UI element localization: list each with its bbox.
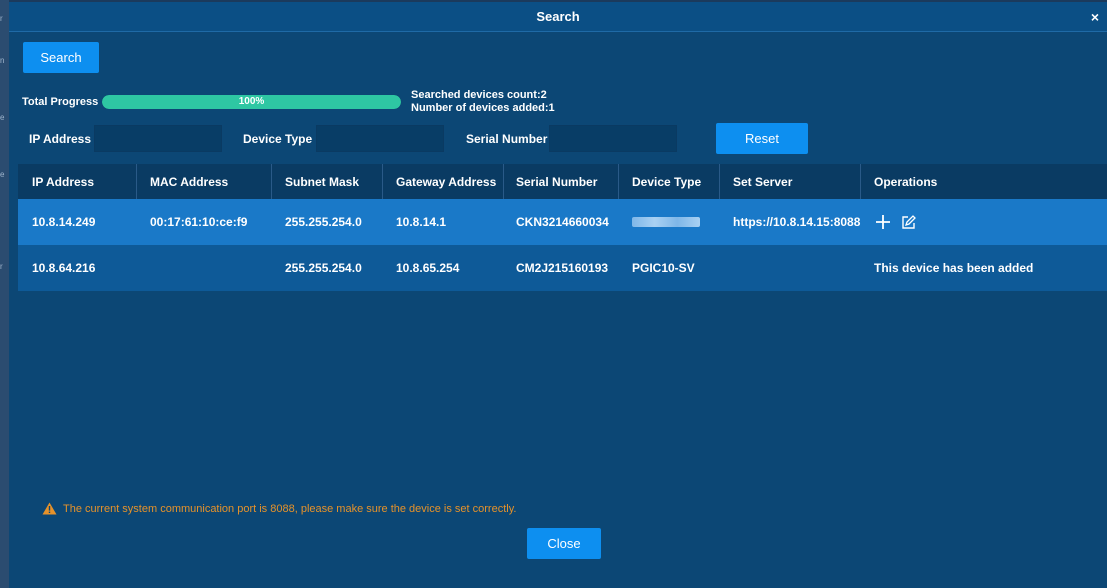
searched-devices-count: Searched devices count:2 — [411, 89, 547, 101]
devices-added-count: Number of devices added:1 — [411, 102, 555, 114]
column-header-set-server: Set Server — [733, 174, 793, 189]
cell-gateway: 10.8.14.1 — [396, 215, 447, 229]
close-icon[interactable]: × — [1091, 9, 1099, 25]
column-header-gateway: Gateway Address — [396, 174, 497, 189]
add-device-icon[interactable] — [875, 214, 891, 230]
progress-label: Total Progress — [22, 96, 99, 108]
cell-serial: CM2J215160193 — [516, 261, 609, 275]
cell-serial: CKN3214660034 — [516, 215, 609, 229]
cell-mac: 00:17:61:10:ce:f9 — [150, 215, 248, 229]
dialog-title: Search — [536, 9, 580, 24]
cell-server: https://10.8.14.15:8088 — [733, 215, 861, 229]
ip-filter-label: IP Address — [29, 132, 92, 146]
cell-subnet: 255.255.254.0 — [285, 215, 362, 229]
device-table: IP Address MAC Address Subnet Mask Gatew… — [18, 164, 1107, 294]
column-header-mac: MAC Address — [150, 174, 229, 189]
progress-percent: 100% — [238, 96, 265, 107]
close-button[interactable]: Close — [527, 528, 601, 559]
obscured-device-type — [632, 217, 700, 227]
background-fragment: e — [0, 170, 5, 179]
cell-device-type-obscured — [618, 199, 700, 245]
reset-button[interactable]: Reset — [716, 123, 808, 154]
cell-server — [719, 245, 733, 291]
cell-gateway: 10.8.65.254 — [396, 261, 460, 275]
background-fragment: r — [0, 262, 3, 271]
dialog-title-bar: Search × — [9, 2, 1107, 32]
cell-ip: 10.8.64.216 — [32, 261, 96, 275]
search-dialog: Search × Search Total Progress 100% Sear… — [9, 2, 1107, 588]
serial-filter-input[interactable] — [549, 125, 677, 152]
background-fragment: r — [0, 14, 3, 23]
background-fragment: e — [0, 113, 5, 122]
column-header-device-type: Device Type — [632, 174, 702, 189]
warning-text: The current system communication port is… — [63, 502, 517, 515]
port-warning: The current system communication port is… — [42, 502, 516, 515]
cell-device-type: PGIC10-SV — [632, 261, 695, 275]
table-row[interactable]: 10.8.64.216 255.255.254.0 10.8.65.254 CM… — [18, 245, 1107, 291]
serial-filter-label: Serial Number — [466, 132, 548, 146]
edit-icon[interactable] — [901, 214, 916, 230]
device-type-filter-label: Device Type — [243, 132, 313, 146]
total-progress-bar: 100% — [102, 95, 401, 109]
table-header: IP Address MAC Address Subnet Mask Gatew… — [18, 164, 1107, 199]
warning-triangle-icon — [42, 502, 57, 515]
search-stats: Searched devices count:2 Number of devic… — [411, 89, 555, 115]
background-fragment: n — [0, 56, 5, 65]
device-type-filter-input[interactable] — [316, 125, 444, 152]
column-header-serial: Serial Number — [516, 174, 598, 189]
cell-mac — [136, 245, 150, 291]
column-header-ip: IP Address — [32, 174, 95, 189]
ip-filter-input[interactable] — [94, 125, 222, 152]
table-row[interactable]: 10.8.14.249 00:17:61:10:ce:f9 255.255.25… — [18, 199, 1107, 245]
background-app-strip: r n e e r — [0, 0, 9, 588]
column-header-operations: Operations — [874, 174, 938, 189]
cell-operations — [860, 199, 926, 245]
search-button[interactable]: Search — [23, 42, 99, 73]
cell-subnet: 255.255.254.0 — [285, 261, 362, 275]
cell-ip: 10.8.14.249 — [32, 215, 96, 229]
cell-operations-status: This device has been added — [874, 261, 1034, 275]
column-header-subnet: Subnet Mask — [285, 174, 360, 189]
